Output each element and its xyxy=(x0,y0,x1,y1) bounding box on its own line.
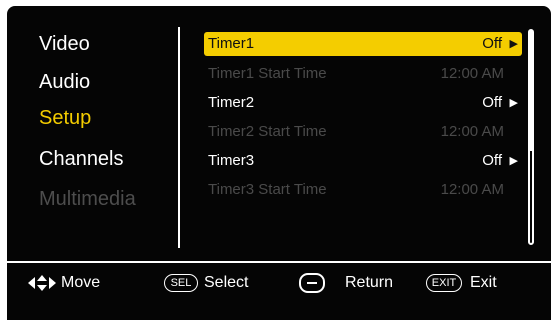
setting-timer1[interactable]: Timer1 Off ▶ xyxy=(204,32,522,56)
help-select-label: Select xyxy=(204,274,249,291)
footer-divider xyxy=(7,261,551,263)
category-video[interactable]: Video xyxy=(39,32,90,56)
help-return-label: Return xyxy=(345,274,394,291)
setting-label: Timer3 xyxy=(208,152,255,169)
right-arrow-icon: ▶ xyxy=(509,38,518,50)
sel-key-icon: SEL xyxy=(164,274,198,292)
help-exit-label: Exit xyxy=(470,274,497,291)
scrollbar-thumb[interactable] xyxy=(530,31,532,151)
help-move-label: Move xyxy=(61,274,101,291)
help-return: Return xyxy=(299,271,409,295)
setting-value: 12:00 AM xyxy=(440,65,504,82)
category-audio[interactable]: Audio xyxy=(39,70,90,94)
category-channels[interactable]: Channels xyxy=(39,147,124,171)
setting-value: Off xyxy=(482,152,502,169)
setting-label: Timer1 Start Time xyxy=(208,65,327,82)
setting-timer1-start-time: Timer1 Start Time 12:00 AM xyxy=(204,62,522,86)
setting-timer2-start-time: Timer2 Start Time 12:00 AM xyxy=(204,120,522,144)
setting-timer3[interactable]: Timer3 Off ▶ xyxy=(204,149,522,173)
setting-value: 12:00 AM xyxy=(440,181,504,198)
move-arrows-icon xyxy=(28,275,56,291)
setting-value: Off xyxy=(482,35,502,52)
right-arrow-icon: ▶ xyxy=(509,155,518,167)
setting-label: Timer2 xyxy=(208,94,255,111)
help-exit: EXIT Exit xyxy=(426,271,536,295)
setting-value: 12:00 AM xyxy=(440,123,504,140)
help-move: Move xyxy=(28,271,138,295)
setting-label: Timer3 Start Time xyxy=(208,181,327,198)
return-key-icon xyxy=(299,273,325,293)
exit-key-icon: EXIT xyxy=(426,274,462,292)
category-multimedia: Multimedia xyxy=(39,188,136,210)
setting-value: Off xyxy=(482,94,502,111)
right-arrow-icon: ▶ xyxy=(509,97,518,109)
osd-menu: Video Audio Setup Channels Multimedia Ti… xyxy=(7,6,551,320)
setting-timer3-start-time: Timer3 Start Time 12:00 AM xyxy=(204,178,522,202)
menu-divider xyxy=(178,27,180,248)
help-select: SEL Select xyxy=(164,271,274,295)
setting-timer2[interactable]: Timer2 Off ▶ xyxy=(204,91,522,115)
setting-label: Timer2 Start Time xyxy=(208,123,327,140)
setting-label: Timer1 xyxy=(208,35,255,52)
category-setup[interactable]: Setup xyxy=(39,106,91,130)
